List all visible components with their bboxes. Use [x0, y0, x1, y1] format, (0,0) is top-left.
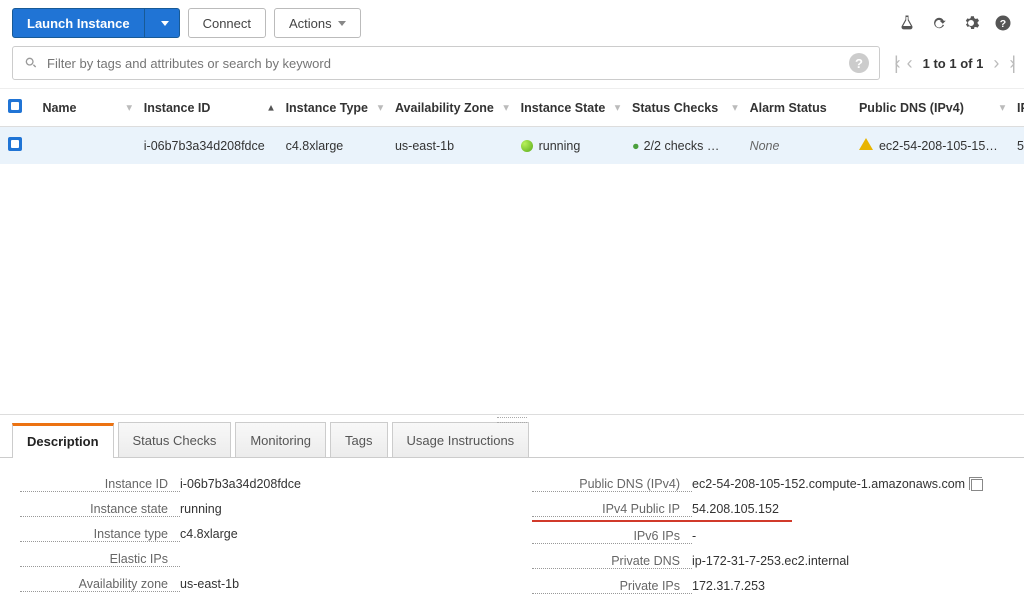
- page-last[interactable]: ›|: [1009, 53, 1012, 74]
- actions-button[interactable]: Actions: [274, 8, 361, 38]
- gear-icon[interactable]: [962, 14, 980, 32]
- launch-instance-group: Launch Instance: [12, 8, 180, 38]
- label-public-dns: Public DNS (IPv4): [532, 477, 692, 492]
- cell-alarm-status: None: [742, 127, 851, 165]
- col-ipv4[interactable]: IPv4 P: [1009, 89, 1024, 127]
- value-elastic-ips: [180, 552, 492, 567]
- col-instance-type[interactable]: Instance Type: [278, 89, 387, 127]
- label-instance-type: Instance type: [20, 527, 180, 542]
- caret-down-icon: [338, 21, 346, 26]
- search-icon: [23, 55, 39, 71]
- cell-name: [34, 127, 135, 165]
- value-instance-id: i-06b7b3a34d208fdce: [180, 477, 492, 492]
- cell-public-dns: ec2-54-208-105-152.co…: [851, 127, 1009, 165]
- tab-description[interactable]: Description: [12, 423, 114, 458]
- value-public-dns: ec2-54-208-105-152.compute-1.amazonaws.c…: [692, 477, 1004, 492]
- col-az[interactable]: Availability Zone: [387, 89, 513, 127]
- col-instance-id[interactable]: Instance ID: [136, 89, 278, 127]
- filter-search-box[interactable]: ?: [12, 46, 880, 80]
- highlight-underline: [532, 520, 792, 522]
- value-private-ips: 172.31.7.253: [692, 579, 1004, 594]
- value-instance-state: running: [180, 502, 492, 517]
- select-all-checkbox[interactable]: [8, 99, 22, 113]
- caret-down-icon: [161, 21, 169, 26]
- refresh-icon[interactable]: [930, 14, 948, 32]
- alarm-icon: [859, 138, 873, 150]
- table-row[interactable]: i-06b7b3a34d208fdce c4.8xlarge us-east-1…: [0, 127, 1024, 165]
- page-range: 1 to 1 of 1: [923, 56, 984, 71]
- label-private-dns: Private DNS: [532, 554, 692, 569]
- connect-button[interactable]: Connect: [188, 8, 266, 38]
- label-availability-zone: Availability zone: [20, 577, 180, 592]
- col-name[interactable]: Name: [34, 89, 135, 127]
- value-instance-type: c4.8xlarge: [180, 527, 492, 542]
- cell-instance-type: c4.8xlarge: [278, 127, 387, 165]
- tab-status-checks[interactable]: Status Checks: [118, 422, 232, 457]
- experiment-icon[interactable]: [898, 14, 916, 32]
- copy-icon[interactable]: [971, 479, 983, 491]
- value-availability-zone: us-east-1b: [180, 577, 492, 592]
- tab-tags[interactable]: Tags: [330, 422, 387, 457]
- cell-state: running: [513, 127, 624, 165]
- label-ipv4-public-ip: IPv4 Public IP: [532, 502, 692, 517]
- svg-text:?: ?: [1000, 18, 1006, 30]
- value-private-dns: ip-172-31-7-253.ec2.internal: [692, 554, 1004, 569]
- label-elastic-ips: Elastic IPs: [20, 552, 180, 567]
- col-status-checks[interactable]: Status Checks: [624, 89, 742, 127]
- cell-az: us-east-1b: [387, 127, 513, 165]
- filter-input[interactable]: [47, 56, 841, 71]
- label-private-ips: Private IPs: [532, 579, 692, 594]
- pager: |‹ ‹ 1 to 1 of 1 › ›|: [894, 53, 1012, 74]
- cell-ipv4: 54.208: [1009, 127, 1024, 165]
- col-alarm-status[interactable]: Alarm Status: [742, 89, 851, 127]
- cell-status-checks: ●2/2 checks …: [624, 127, 742, 165]
- launch-instance-button[interactable]: Launch Instance: [12, 8, 145, 38]
- value-ipv4-public-ip: 54.208.105.152: [692, 502, 1004, 517]
- tab-usage[interactable]: Usage Instructions: [392, 422, 530, 457]
- value-ipv6-ips: -: [692, 529, 1004, 544]
- pane-splitter[interactable]: [0, 414, 1024, 422]
- tab-monitoring[interactable]: Monitoring: [235, 422, 326, 457]
- page-next[interactable]: ›: [993, 53, 999, 74]
- page-first[interactable]: |‹: [894, 53, 897, 74]
- launch-instance-dropdown[interactable]: [144, 8, 180, 38]
- cell-instance-id: i-06b7b3a34d208fdce: [136, 127, 278, 165]
- check-ok-icon: ●: [632, 139, 640, 153]
- label-instance-state: Instance state: [20, 502, 180, 517]
- col-state[interactable]: Instance State: [513, 89, 624, 127]
- label-instance-id: Instance ID: [20, 477, 180, 492]
- actions-label: Actions: [289, 16, 332, 31]
- row-checkbox[interactable]: [8, 137, 22, 151]
- col-public-dns[interactable]: Public DNS (IPv4): [851, 89, 1009, 127]
- instances-table: Name Instance ID Instance Type Availabil…: [0, 89, 1024, 164]
- help-icon[interactable]: ?: [994, 14, 1012, 32]
- label-ipv6-ips: IPv6 IPs: [532, 529, 692, 544]
- filter-help-icon[interactable]: ?: [849, 53, 869, 73]
- state-running-icon: [521, 140, 533, 152]
- page-prev[interactable]: ‹: [907, 53, 913, 74]
